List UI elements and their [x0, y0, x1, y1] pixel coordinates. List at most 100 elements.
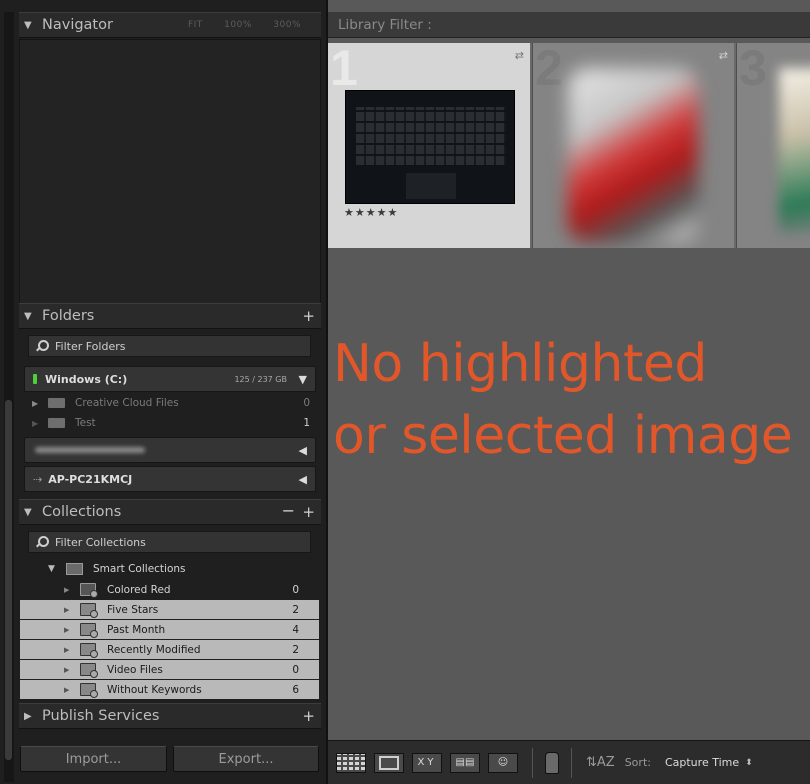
- navigator-preview[interactable]: [19, 39, 321, 307]
- zoom-fit[interactable]: FIT: [188, 20, 203, 30]
- survey-view-icon[interactable]: ▤▤: [450, 752, 480, 773]
- publish-services-title: Publish Services: [42, 708, 160, 724]
- collapse-triangle-icon[interactable]: ▼: [24, 20, 36, 31]
- volume-expand-triangle-icon[interactable]: ▼: [299, 373, 307, 386]
- folders-title: Folders: [42, 308, 95, 324]
- people-view-icon[interactable]: ☺: [488, 752, 518, 773]
- expand-triangle-icon[interactable]: ▶: [64, 626, 80, 634]
- message-line-2: or selected image: [333, 406, 793, 466]
- collections-header[interactable]: ▼ Collections − +: [19, 499, 321, 525]
- expand-triangle-icon[interactable]: ▶: [64, 586, 80, 594]
- blurred-volume-name: [35, 447, 145, 453]
- expand-triangle-icon[interactable]: ▼: [48, 564, 66, 574]
- import-button[interactable]: Import...: [20, 746, 167, 772]
- sort-label: Sort:: [624, 756, 651, 769]
- filter-collections-input[interactable]: Filter Collections: [28, 531, 311, 553]
- expand-triangle-icon[interactable]: ▶: [64, 686, 80, 694]
- collection-item-video-files[interactable]: ▶ Video Files 0: [20, 660, 319, 679]
- grid-view-icon[interactable]: [336, 752, 366, 773]
- smart-collections-group[interactable]: ▼ Smart Collections: [20, 559, 319, 578]
- collection-item-five-stars[interactable]: ▶ Five Stars 2: [20, 600, 319, 619]
- collection-item-without-keywords[interactable]: ▶ Without Keywords 6: [20, 680, 319, 699]
- zoom-100[interactable]: 100%: [224, 20, 252, 30]
- smart-collections-label: Smart Collections: [93, 562, 186, 575]
- add-publish-service-button[interactable]: +: [302, 707, 315, 725]
- collapse-triangle-icon[interactable]: ▼: [24, 507, 36, 518]
- left-scrollbar-thumb[interactable]: [5, 400, 12, 760]
- collapse-triangle-icon[interactable]: ▼: [24, 311, 36, 322]
- touchpad-graphic: [406, 173, 456, 199]
- export-button[interactable]: Export...: [173, 746, 319, 772]
- expand-triangle-icon[interactable]: ▶: [32, 419, 44, 428]
- photo-thumbnail[interactable]: [779, 68, 810, 233]
- network-drive-icon: ⇢: [33, 472, 43, 486]
- bottom-toolbar: XY ▤▤ ☺ ⇅AZ Sort: Capture Time ⬍: [328, 740, 810, 784]
- volume-network[interactable]: ⇢ AP-PC21KMCJ ◀: [24, 466, 316, 492]
- volume-collapse-triangle-icon[interactable]: ◀: [299, 444, 307, 457]
- folder-icon: [48, 398, 65, 408]
- compare-view-button[interactable]: XY: [412, 752, 442, 773]
- collection-label: Five Stars: [107, 603, 159, 616]
- library-filter-bar: Library Filter :: [328, 12, 810, 38]
- filter-folders-placeholder: Filter Folders: [55, 339, 126, 353]
- grid-cell[interactable]: 3: [736, 43, 810, 248]
- volume-collapse-triangle-icon[interactable]: ◀: [299, 473, 307, 486]
- cell-index: 3: [739, 43, 767, 96]
- photo-thumbnail[interactable]: [568, 68, 698, 243]
- publish-services-header[interactable]: ▶ Publish Services +: [19, 703, 321, 729]
- zoom-300[interactable]: 300%: [273, 20, 301, 30]
- star-rating[interactable]: ★★★★★: [344, 206, 398, 219]
- collection-item-colored-red[interactable]: ▶ Colored Red 0: [20, 580, 319, 599]
- sync-badge-icon: ⇄: [718, 49, 728, 62]
- expand-triangle-icon[interactable]: ▶: [32, 399, 44, 408]
- loupe-view-icon[interactable]: [374, 752, 404, 773]
- grid-view-area: Library Filter : 1 ⇄ ★★★★★ 2 ⇄ 3 No high…: [326, 0, 810, 784]
- filter-folders-input[interactable]: Filter Folders: [28, 335, 311, 357]
- folder-item[interactable]: ▶ Creative Cloud Files 0: [20, 393, 320, 413]
- navigator-title: Navigator: [42, 17, 113, 33]
- smart-collection-icon: [80, 603, 98, 618]
- volume-blurred[interactable]: ◀: [24, 437, 316, 463]
- message-line-1: No highlighted: [333, 334, 707, 394]
- smart-collection-icon: [80, 683, 98, 698]
- grid-cell[interactable]: 1 ⇄ ★★★★★: [328, 43, 530, 248]
- add-folder-button[interactable]: +: [302, 307, 315, 325]
- folder-item[interactable]: ▶ Test 1: [20, 413, 320, 433]
- toolbar-divider: [532, 747, 533, 778]
- photo-thumbnail[interactable]: [345, 90, 515, 204]
- grid-cell[interactable]: 2 ⇄: [532, 43, 734, 248]
- collection-set-icon: [66, 562, 83, 575]
- sort-select-arrows-icon[interactable]: ⬍: [745, 758, 753, 768]
- navigator-header[interactable]: ▼ Navigator FIT 100% 300%: [19, 12, 321, 38]
- collection-label: Recently Modified: [107, 643, 201, 656]
- thumbnail-grid: 1 ⇄ ★★★★★ 2 ⇄ 3: [328, 43, 810, 248]
- toolbar-divider: [571, 747, 572, 778]
- expand-triangle-icon[interactable]: ▶: [64, 646, 80, 654]
- collection-item-recently-modified[interactable]: ▶ Recently Modified 2: [20, 640, 319, 659]
- expand-triangle-icon[interactable]: ▶: [64, 606, 80, 614]
- folders-header[interactable]: ▼ Folders +: [19, 303, 321, 329]
- expand-triangle-icon[interactable]: ▶: [64, 666, 80, 674]
- remove-collection-button[interactable]: −: [282, 501, 295, 520]
- keyboard-rows-graphic: [356, 107, 506, 165]
- volume-name: Windows (C:): [45, 372, 128, 386]
- collection-item-past-month[interactable]: ▶ Past Month 4: [20, 620, 319, 639]
- add-collection-button[interactable]: +: [302, 503, 315, 521]
- search-icon: [35, 339, 49, 353]
- collection-label: Past Month: [107, 623, 166, 636]
- sort-select[interactable]: Capture Time: [665, 756, 739, 769]
- collection-count: 2: [292, 603, 299, 616]
- volume-windows-c[interactable]: Windows (C:) 125 / 237 GB ▼: [24, 366, 316, 392]
- sort-direction-icon[interactable]: ⇅AZ: [586, 755, 615, 770]
- smart-collection-icon: [80, 583, 98, 598]
- volume-size: 125 / 237 GB: [234, 374, 287, 384]
- volume-status-led-icon: [33, 374, 37, 384]
- painter-spray-can-icon[interactable]: [545, 751, 559, 774]
- collections-title: Collections: [42, 504, 122, 520]
- collection-count: 0: [292, 663, 299, 676]
- left-panel: ▼ Navigator FIT 100% 300% ▼ Folders + Fi…: [0, 0, 326, 784]
- folder-icon: [48, 418, 65, 428]
- library-filter-label: Library Filter :: [338, 17, 432, 33]
- navigator-zoom-options: FIT 100% 300%: [170, 20, 301, 30]
- expand-triangle-icon[interactable]: ▶: [24, 711, 36, 722]
